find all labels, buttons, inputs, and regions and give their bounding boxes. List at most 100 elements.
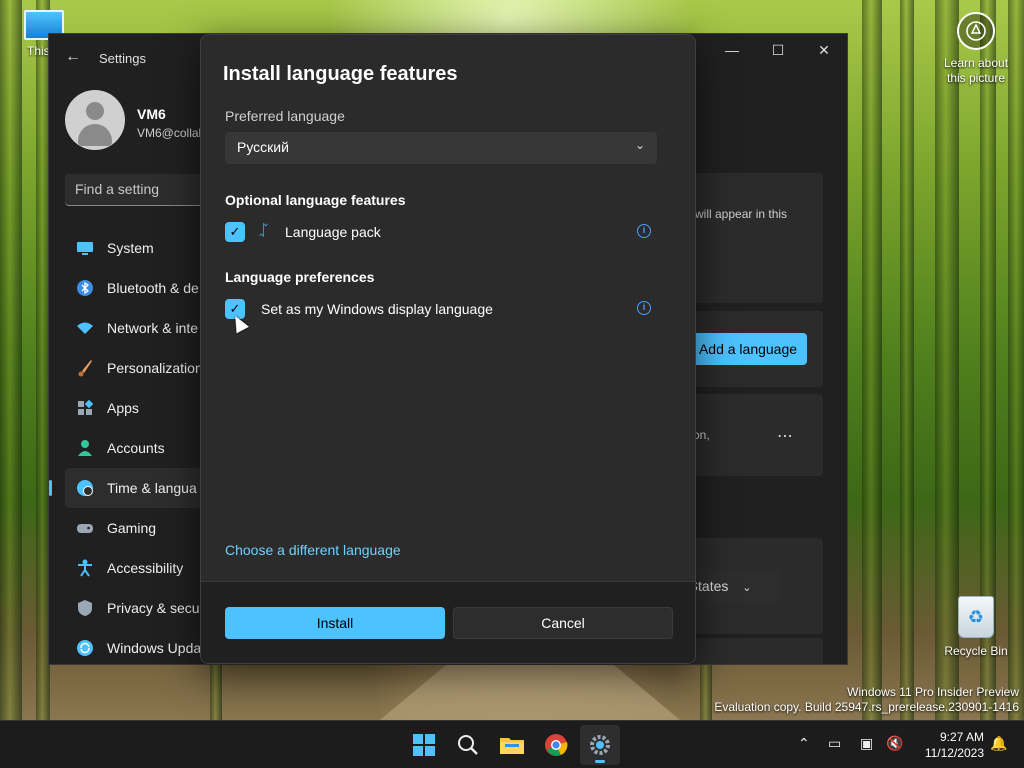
clock[interactable]: 9:27 AM 11/12/2023 <box>912 729 984 761</box>
display-icon[interactable]: ▭ <box>828 735 841 752</box>
recycle-bin-label: Recycle Bin <box>944 644 1008 658</box>
info-icon[interactable]: i <box>637 224 651 238</box>
avatar <box>65 90 125 150</box>
preferred-language-value: Русский <box>237 139 289 155</box>
person-icon <box>75 438 95 458</box>
network-icon[interactable]: ▣ <box>860 735 873 752</box>
taskbar: ⌃ ▭ ▣ 🔇 9:27 AM 11/12/2023 🔔 <box>0 720 1024 768</box>
sidebar-item-label: Windows Upda <box>107 640 202 656</box>
optional-features-heading: Optional language features <box>225 192 406 208</box>
evaluation-watermark: Windows 11 Pro Insider Preview Evaluatio… <box>714 685 1019 715</box>
display-language-option: ✓ Set as my Windows display language i <box>225 297 651 321</box>
preferred-language-select[interactable]: Русский ⌄ <box>225 132 657 164</box>
globe-clock-icon <box>75 478 95 498</box>
preferred-language-label: Preferred language <box>225 108 345 124</box>
sidebar-item-label: Privacy & secu <box>107 600 200 616</box>
dialog-title: Install language features <box>223 63 458 85</box>
sidebar-item-label: Gaming <box>107 520 157 536</box>
sidebar-item-privacy[interactable]: Privacy & secu <box>65 588 205 628</box>
sidebar-item-label: Apps <box>107 400 139 416</box>
language-pack-checkbox[interactable]: ✓ <box>225 222 245 242</box>
language-pack-label: Language pack <box>285 224 381 240</box>
search-button[interactable] <box>448 725 488 765</box>
checkmark-icon: ✓ <box>229 224 241 239</box>
settings-taskbar-button[interactable] <box>580 725 620 765</box>
notification-bell-icon[interactable]: 🔔 <box>990 735 1007 752</box>
sidebar-item-label: Accessibility <box>107 560 184 576</box>
sidebar-item-label: Time & langua <box>107 480 197 496</box>
bluetooth-icon <box>75 278 95 298</box>
volume-muted-icon[interactable]: 🔇 <box>886 735 903 752</box>
card-bottom <box>693 638 823 664</box>
apps-icon <box>75 398 95 418</box>
chevron-down-icon: ⌄ <box>634 138 645 152</box>
sidebar-item-windows-update[interactable]: Windows Upda <box>65 628 205 664</box>
card-text: will appear in this <box>695 207 788 221</box>
close-button[interactable]: ✕ <box>801 34 847 66</box>
sidebar-item-label: Personalization <box>107 360 203 376</box>
display-language-label: Set as my Windows display language <box>261 301 493 317</box>
learn-label-line2: this picture <box>946 71 1006 85</box>
more-options-icon[interactable]: ⋯ <box>777 426 794 446</box>
chevron-down-icon: ⌄ <box>742 582 752 594</box>
maximize-button[interactable]: ☐ <box>755 34 801 66</box>
user-name: VM6 <box>137 106 166 122</box>
settings-nav: System Bluetooth & de Network & inte Per… <box>49 228 205 664</box>
gear-icon <box>590 735 610 755</box>
shield-icon <box>75 598 95 618</box>
cancel-button[interactable]: Cancel <box>453 607 673 639</box>
wifi-icon <box>75 318 95 338</box>
sidebar-item-personalization[interactable]: Personalization <box>65 348 205 388</box>
accessibility-icon <box>75 558 95 578</box>
add-language-button[interactable]: Add a language <box>689 333 807 365</box>
search-placeholder: Find a setting <box>75 181 160 197</box>
chevron-up-icon[interactable]: ⌃ <box>798 735 810 752</box>
minimize-button[interactable]: — <box>709 34 755 66</box>
search-input[interactable]: Find a setting <box>65 174 205 206</box>
learn-label-line1: Learn about <box>943 56 1009 70</box>
update-icon <box>75 638 95 658</box>
window-controls: — ☐ ✕ <box>709 34 847 66</box>
start-button[interactable] <box>404 725 444 765</box>
choose-different-language-link[interactable]: Choose a different language <box>225 542 401 558</box>
clock-time: 9:27 AM <box>939 730 984 744</box>
sidebar-item-label: Accounts <box>107 440 165 456</box>
folder-icon <box>500 738 524 754</box>
search-icon <box>458 735 478 755</box>
info-icon[interactable]: i <box>637 301 651 315</box>
brush-icon <box>75 358 95 378</box>
sidebar-item-label: Bluetooth & de <box>107 280 199 296</box>
watermark-line1: Windows 11 Pro Insider Preview <box>847 685 1019 699</box>
sidebar-item-accounts[interactable]: Accounts <box>65 428 205 468</box>
sidebar-item-network[interactable]: Network & inte <box>65 308 205 348</box>
sidebar-item-label: System <box>107 240 154 256</box>
install-language-dialog: Install language features Preferred lang… <box>200 34 696 664</box>
chrome-button[interactable] <box>536 725 576 765</box>
gamepad-icon <box>75 518 95 538</box>
file-explorer-button[interactable] <box>492 725 532 765</box>
language-card: will appear in this <box>693 173 823 303</box>
camera-icon <box>957 12 995 50</box>
recycle-bin-desktop-icon[interactable]: Recycle Bin <box>940 596 1012 658</box>
install-button[interactable]: Install <box>225 607 445 639</box>
watermark-line2: Evaluation copy. Build 25947.rs_prerelea… <box>714 700 1019 714</box>
dialog-footer: Install Cancel <box>201 581 695 663</box>
windows-logo-icon <box>413 734 435 756</box>
sidebar-item-apps[interactable]: Apps <box>65 388 205 428</box>
monitor-icon <box>75 238 95 258</box>
user-email: VM6@collal <box>137 126 202 140</box>
language-pack-option: ✓ ᛢ Language pack i <box>225 220 651 244</box>
back-arrow-icon[interactable]: ← <box>65 48 81 66</box>
sidebar-item-label: Network & inte <box>107 320 199 336</box>
learn-about-picture[interactable]: Learn about this picture <box>936 12 1016 86</box>
sidebar-item-system[interactable]: System <box>65 228 205 268</box>
chrome-icon <box>545 734 568 756</box>
language-pack-icon: ᛢ <box>259 222 269 239</box>
clock-date: 11/12/2023 <box>924 746 984 760</box>
recycle-bin-icon <box>958 596 994 638</box>
language-preferences-heading: Language preferences <box>225 269 375 285</box>
sidebar-item-bluetooth[interactable]: Bluetooth & de <box>65 268 205 308</box>
sidebar-item-time-language[interactable]: Time & langua <box>49 468 205 508</box>
sidebar-item-accessibility[interactable]: Accessibility <box>65 548 205 588</box>
sidebar-item-gaming[interactable]: Gaming <box>65 508 205 548</box>
